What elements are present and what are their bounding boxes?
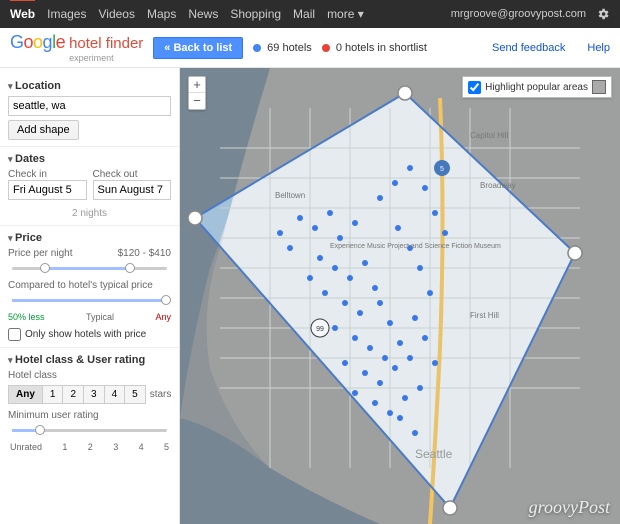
location-section-title[interactable]: Location (8, 80, 171, 92)
shortlist-count: 0 hotels in shortlist (336, 42, 427, 54)
class-3-button[interactable]: 3 (83, 385, 105, 404)
compare-typical-label: Typical (86, 312, 114, 322)
checkin-label: Check in (8, 169, 87, 180)
nav-more[interactable]: more ▾ (327, 7, 364, 21)
class-1-button[interactable]: 1 (42, 385, 64, 404)
zoom-out-button[interactable]: − (189, 93, 205, 109)
highlight-popular-toggle[interactable]: Highlight popular areas (462, 76, 612, 98)
only-price-label: Only show hotels with price (25, 329, 146, 340)
nav-images[interactable]: Images (47, 7, 86, 21)
only-price-checkbox[interactable] (8, 328, 21, 341)
nav-news[interactable]: News (188, 7, 218, 21)
compare-any-label: Any (155, 312, 171, 322)
class-4-button[interactable]: 4 (104, 385, 126, 404)
send-feedback-link[interactable]: Send feedback (492, 42, 565, 54)
logo: Google hotel finder experiment (10, 32, 143, 64)
experiment-label: experiment (69, 53, 114, 63)
back-to-list-button[interactable]: « Back to list (153, 37, 243, 59)
price-per-night-label: Price per night (8, 248, 72, 259)
highlight-label: Highlight popular areas (485, 82, 588, 93)
product-name: hotel finder (69, 35, 143, 52)
price-slider-min-thumb[interactable] (40, 263, 50, 273)
hotels-count: 69 hotels (267, 42, 312, 54)
compare-slider-thumb[interactable] (161, 295, 171, 305)
price-slider[interactable] (12, 267, 167, 270)
checkout-input[interactable] (93, 180, 172, 200)
compare-label: Compared to hotel's typical price (8, 280, 171, 291)
class-2-button[interactable]: 2 (62, 385, 84, 404)
dates-section-title[interactable]: Dates (8, 153, 171, 165)
svg-text:First Hill: First Hill (470, 311, 499, 320)
user-email[interactable]: mrgroove@groovypost.com (451, 8, 586, 20)
class-rating-section-title[interactable]: Hotel class & User rating (8, 354, 171, 366)
compare-slider[interactable] (12, 299, 167, 302)
zoom-in-button[interactable]: + (189, 77, 205, 93)
price-slider-max-thumb[interactable] (125, 263, 135, 273)
svg-text:Broadway: Broadway (480, 181, 516, 190)
nav-shopping[interactable]: Shopping (230, 7, 281, 21)
gear-icon[interactable] (596, 7, 610, 21)
class-5-button[interactable]: 5 (124, 385, 146, 404)
shape-handle[interactable] (443, 501, 457, 515)
checkout-label: Check out (93, 169, 172, 180)
hotel-class-label: Hotel class (8, 370, 171, 381)
highlight-checkbox[interactable] (468, 81, 481, 94)
highlight-swatch-icon (592, 80, 606, 94)
svg-text:Experience Music Project and S: Experience Music Project and Science Fic… (330, 243, 501, 250)
blue-dot-icon (253, 44, 261, 52)
svg-text:Capitol Hill: Capitol Hill (470, 131, 508, 140)
nav-web[interactable]: Web (10, 0, 35, 21)
map-canvas[interactable]: 5 99 (180, 68, 620, 524)
legend-hotels: 69 hotels (253, 42, 312, 54)
checkin-input[interactable] (8, 180, 87, 200)
price-range-value: $120 - $410 (118, 248, 171, 259)
zoom-control: + − (188, 76, 206, 110)
app-header: Google hotel finder experiment « Back to… (0, 28, 620, 68)
compare-less-label: 50% less (8, 312, 45, 322)
map-area[interactable]: 5 99 (180, 68, 620, 524)
shape-handle[interactable] (188, 211, 202, 225)
help-link[interactable]: Help (587, 42, 610, 54)
red-dot-icon (322, 44, 330, 52)
svg-text:Seattle: Seattle (415, 447, 453, 461)
svg-text:Belltown: Belltown (275, 191, 305, 200)
nav-maps[interactable]: Maps (147, 7, 176, 21)
rating-slider[interactable] (12, 429, 167, 432)
min-rating-label: Minimum user rating (8, 410, 171, 421)
location-input[interactable] (8, 96, 171, 116)
rating-slider-thumb[interactable] (35, 425, 45, 435)
add-shape-button[interactable]: Add shape (8, 120, 79, 140)
filters-sidebar: Location Add shape Dates Check in Check … (0, 68, 180, 524)
shape-handle[interactable] (568, 246, 582, 260)
nights-label: 2 nights (8, 208, 171, 219)
shape-handle[interactable] (398, 86, 412, 100)
nav-mail[interactable]: Mail (293, 7, 315, 21)
nav-videos[interactable]: Videos (98, 7, 134, 21)
legend-shortlist: 0 hotels in shortlist (322, 42, 427, 54)
stars-suffix: stars (150, 389, 172, 400)
top-nav-bar: Web Images Videos Maps News Shopping Mai… (0, 0, 620, 28)
top-nav-links: Web Images Videos Maps News Shopping Mai… (10, 7, 364, 21)
class-any-button[interactable]: Any (8, 385, 43, 404)
rating-unrated: Unrated (10, 442, 42, 452)
hotel-class-buttons: Any 1 2 3 4 5 stars (8, 385, 171, 404)
price-section-title[interactable]: Price (8, 232, 171, 244)
